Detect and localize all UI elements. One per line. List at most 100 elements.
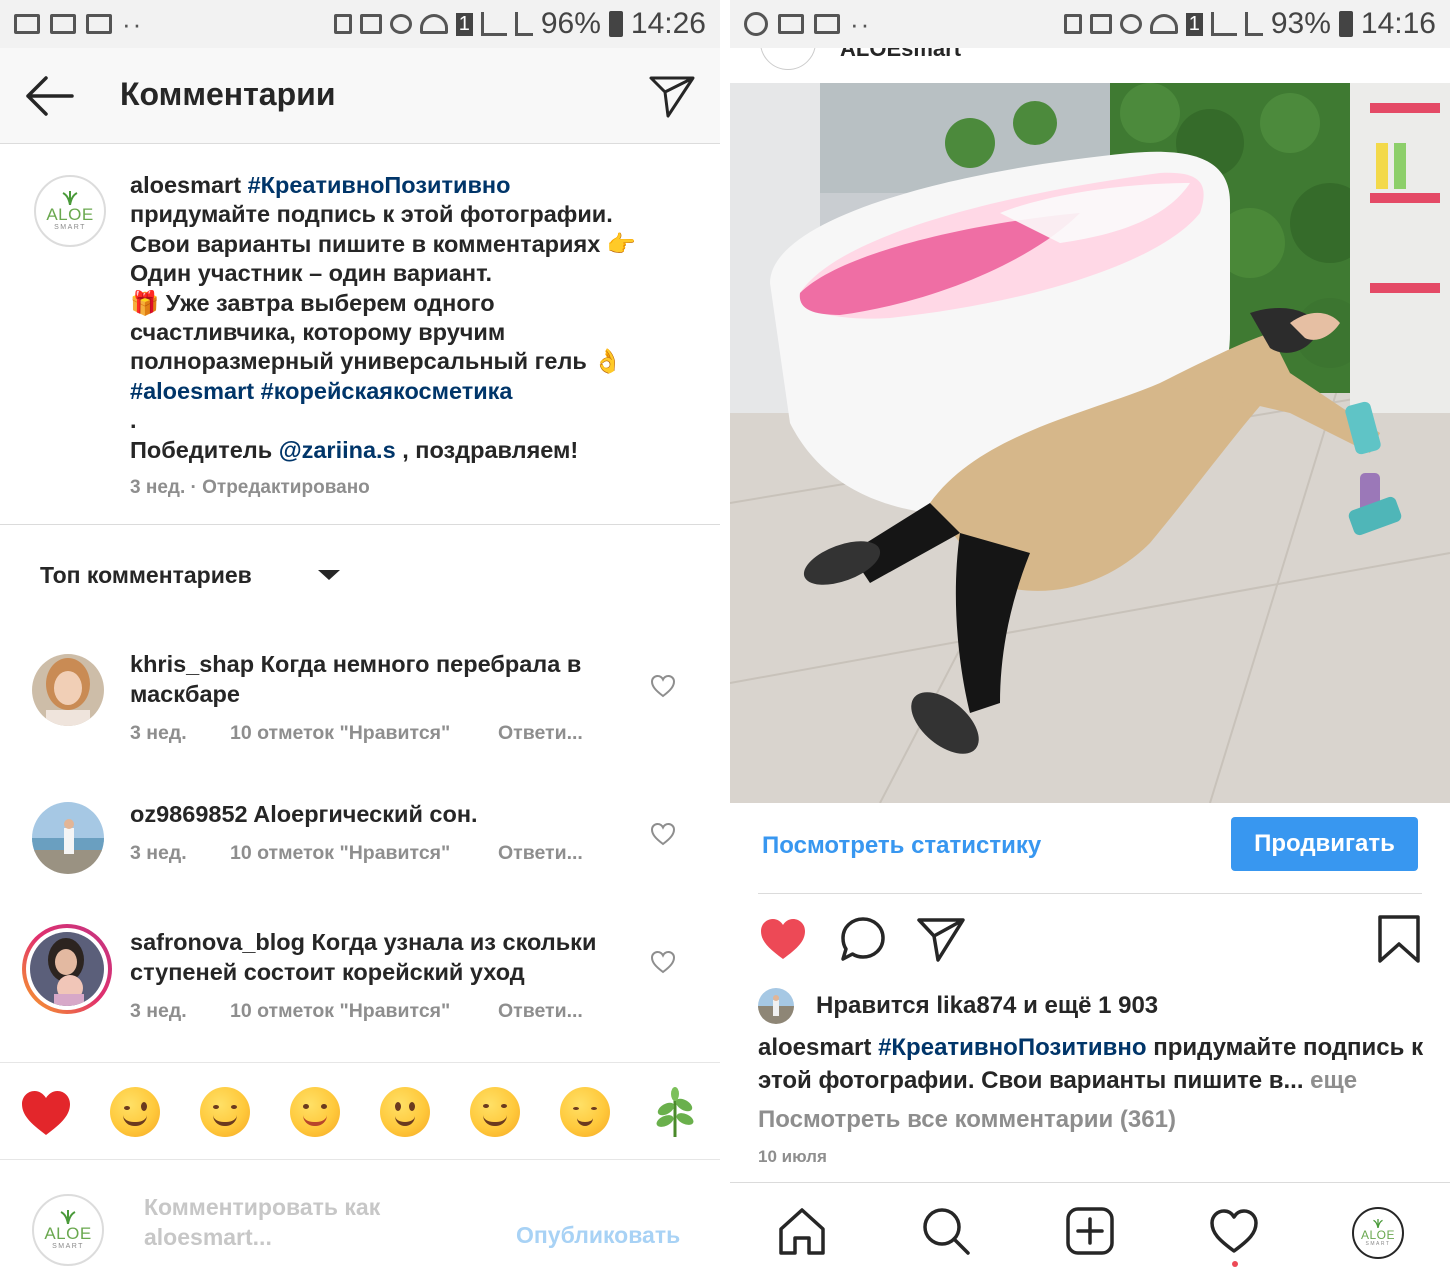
back-arrow-icon[interactable] [22,74,76,118]
status-bar: ·· 1 96% 14:26 [0,0,720,48]
status-bar: ·· 1 93% 14:16 [730,0,1450,48]
likes-user[interactable]: lika874 [936,992,1016,1019]
comment-username[interactable]: safronova_blog [130,929,305,955]
hug-emoji-icon[interactable] [470,1087,520,1137]
hashtag-link[interactable]: #КреативноПозитивно [248,172,511,198]
logo-word: ALOE [44,1223,92,1243]
post-caption: ALOE SMART aloesmart #КреативноПозитивно… [0,145,720,525]
comment-username[interactable]: oz9869852 [130,801,248,827]
vk-icon [744,12,768,36]
caption-dot: . [130,407,137,434]
reply-button[interactable]: Ответи... [498,842,583,865]
signal-icon [514,12,533,36]
home-icon[interactable] [776,1205,828,1257]
direct-send-icon[interactable] [648,72,696,120]
wifi-icon [419,14,448,34]
profile-tab-avatar[interactable]: ALOE SMART [1352,1207,1404,1259]
comments-header: Комментарии [0,48,720,144]
lock-icon [333,14,352,34]
bookmark-icon[interactable] [1374,914,1424,964]
page-title: Комментарии [120,76,336,112]
comments-screen: ·· 1 96% 14:26 Комментарии ALOE SMART al… [0,0,720,1280]
clock: 14:16 [1360,7,1436,40]
wifi-icon [1149,14,1178,34]
sort-dropdown[interactable]: Топ комментариев [40,562,252,589]
mention-link[interactable]: @zariina.s [279,437,396,463]
blush-emoji-icon[interactable] [200,1087,250,1137]
screenshot-divider [720,0,730,1280]
logo-word: ALOE [1360,1228,1395,1242]
comment-body: Aloeргический сон. [253,801,478,827]
photo-illustration [730,83,1450,803]
reply-button[interactable]: Ответи... [498,722,583,745]
more-notifications-icon: ·· [122,8,144,39]
post-username[interactable]: ALOEsmart [840,48,961,62]
view-all-comments-link[interactable]: Посмотреть все комментарии (361) [758,1106,1176,1134]
comment-text: oz9869852 Aloeргический сон. [130,800,630,830]
heart-outline-icon[interactable] [650,822,676,846]
bottom-navigation: ALOE SMART [730,1182,1450,1280]
post-photo[interactable] [730,83,1450,803]
avatar[interactable] [32,802,104,874]
seedling-emoji-icon[interactable] [652,1087,698,1137]
hashtag-link[interactable]: #aloesmart [130,378,254,404]
heart-filled-icon[interactable] [758,914,808,964]
my-avatar: ALOE SMART [32,1194,104,1266]
search-icon[interactable] [920,1205,972,1257]
slight-smile-emoji-icon[interactable] [380,1087,430,1137]
avatar[interactable] [760,48,816,70]
aloe-leaf-icon [1373,1219,1383,1228]
avatar-with-story-ring[interactable] [22,924,112,1014]
comment-likes[interactable]: 10 отметок "Нравится" [230,722,498,745]
hashtag-link[interactable]: #корейскаякосметика [261,378,513,404]
logo-sub: SMART [52,1242,84,1250]
heart-outline-icon[interactable] [650,950,676,974]
aloe-leaf-icon [60,1209,76,1224]
caption-line: полноразмерный универсальный гель 👌 [130,348,623,375]
more-link[interactable]: еще [1310,1067,1357,1094]
logo-sub: SMART [54,223,86,231]
comment-text: khris_shap Когда немного перебрала в мас… [130,650,630,709]
view-insights-link[interactable]: Посмотреть статистику [762,832,1041,860]
hashtag-link[interactable]: #КреативноПозитивно [878,1034,1146,1061]
caption-username[interactable]: aloesmart [130,172,241,198]
chevron-down-icon[interactable] [318,570,340,580]
caption-line: счастливчика, которому вручим [130,319,506,346]
likes-prefix: Нравится [816,992,930,1019]
wink-emoji-icon[interactable] [110,1087,160,1137]
relieved-emoji-icon[interactable] [560,1087,610,1137]
smiling-emoji-icon[interactable] [290,1087,340,1137]
promote-button[interactable]: Продвигать [1231,817,1418,871]
caption-meta: 3 нед. · Отредактировано [130,477,370,498]
comment-icon[interactable] [838,914,888,964]
avatar[interactable] [32,654,104,726]
reply-button[interactable]: Ответи... [498,1000,583,1023]
caption-line: придумайте подпись к этой фотографии. [130,201,613,228]
caption-username[interactable]: aloesmart [758,1034,871,1061]
post-header: ALOEsmart [730,48,1450,83]
comment-likes[interactable]: 10 отметок "Нравится" [230,842,498,865]
share-icon[interactable] [916,914,966,964]
aloesmart-avatar[interactable]: ALOE SMART [34,175,106,247]
divider [758,893,1422,894]
comment-time: 3 нед. [130,842,187,864]
new-post-icon[interactable] [1064,1205,1116,1257]
clock: 14:26 [630,7,706,40]
post-caption: aloesmart #КреативноПозитивно придумайте… [758,1031,1428,1097]
heart-outline-icon[interactable] [650,674,676,698]
comment-likes[interactable]: 10 отметок "Нравится" [230,1000,498,1023]
likes-suffix[interactable]: и ещё 1 903 [1023,992,1158,1019]
more-notifications-icon: ·· [850,8,872,39]
heart-emoji-icon[interactable] [20,1089,72,1137]
likes-summary[interactable]: Нравится lika874 и ещё 1 903 [758,988,1158,1024]
publish-button[interactable]: Опубликовать [516,1222,680,1249]
activity-heart-icon[interactable] [1208,1205,1260,1257]
caption-line: Один участник – один вариант. [130,260,493,287]
comment-text: safronova_blog Когда узнала из скольки с… [130,928,630,987]
comment-input[interactable]: Комментировать как aloesmart... [144,1192,444,1252]
winner-prefix: Победитель [130,436,273,463]
alarm-icon [389,14,412,34]
caption-line: 🎁 Уже завтра выберем одного [130,289,495,316]
comment-username[interactable]: khris_shap [130,651,254,677]
sim-indicator: 1 [455,12,473,36]
